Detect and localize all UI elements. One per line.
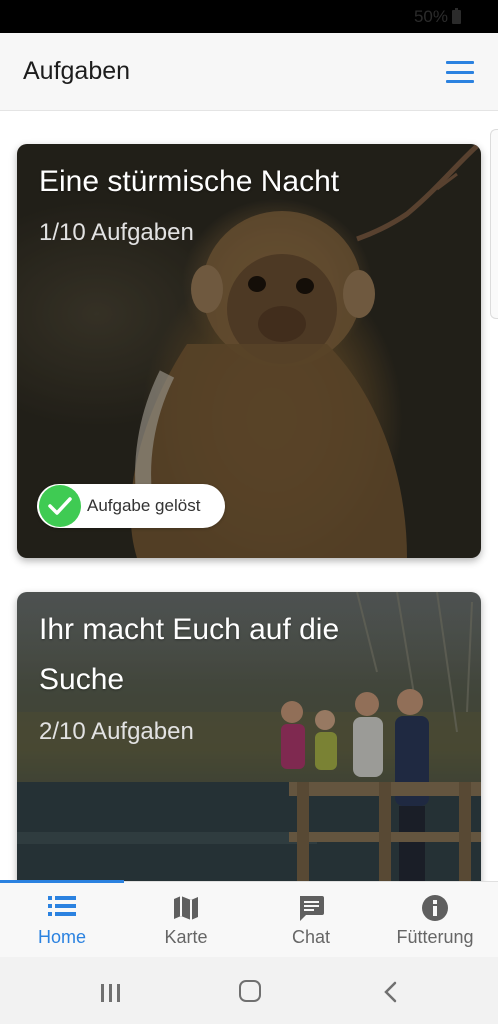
bottom-tab-bar: Home Karte Chat Fütterung xyxy=(0,880,498,958)
tab-karte[interactable]: Karte xyxy=(124,882,248,958)
tab-label: Karte xyxy=(164,927,208,947)
system-nav-bar xyxy=(0,957,498,1024)
solved-badge: Aufgabe gelöst xyxy=(37,484,225,528)
check-icon xyxy=(39,485,81,527)
scroll-indicator xyxy=(490,129,498,319)
map-icon xyxy=(174,896,198,920)
chat-icon xyxy=(300,896,324,921)
battery-icon xyxy=(452,8,461,24)
card-progress: 1/10 Aufgaben xyxy=(39,219,194,246)
tab-fuetterung[interactable]: Fütterung xyxy=(373,882,497,958)
back-icon[interactable] xyxy=(383,981,399,1003)
status-bar: 50% xyxy=(0,0,498,33)
home-icon[interactable] xyxy=(239,980,261,1002)
tab-home[interactable]: Home xyxy=(0,882,124,958)
task-card[interactable]: Eine stürmische Nacht 1/10 Aufgaben Aufg… xyxy=(17,144,481,558)
tab-label: Home xyxy=(37,927,86,947)
badge-label: Aufgabe gelöst xyxy=(87,496,201,515)
page-title: Aufgaben xyxy=(23,57,131,85)
recents-icon[interactable] xyxy=(100,983,122,1003)
card-progress: 2/10 Aufgaben xyxy=(39,718,194,745)
task-list[interactable]: Eine stürmische Nacht 1/10 Aufgaben Aufg… xyxy=(0,111,498,881)
card-title: Ihr macht Euch auf die Suche xyxy=(39,613,340,696)
hamburger-menu-icon[interactable] xyxy=(446,61,474,83)
tab-label: Chat xyxy=(291,927,331,947)
info-icon xyxy=(422,895,448,921)
card-title: Eine stürmische Nacht xyxy=(39,165,340,198)
list-icon xyxy=(48,896,76,916)
tab-label: Fütterung xyxy=(396,927,474,947)
battery-text: 50% xyxy=(413,7,448,26)
task-card[interactable]: Ihr macht Euch auf die Suche 2/10 Aufgab… xyxy=(17,592,481,881)
app-bar: Aufgaben xyxy=(0,33,498,111)
tab-chat[interactable]: Chat xyxy=(249,882,373,958)
